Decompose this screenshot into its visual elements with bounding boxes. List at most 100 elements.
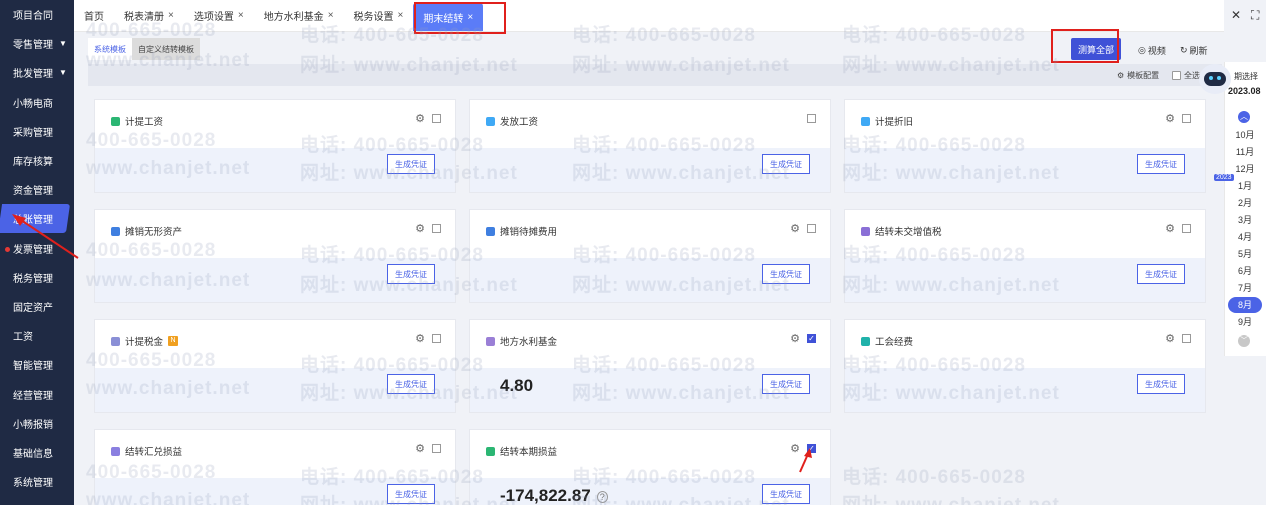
refresh-link[interactable]: ↻ 刷新 (1180, 44, 1208, 57)
card-checkbox[interactable]: ✓ (807, 444, 816, 453)
sidebar-item-1[interactable]: 零售管理 ▼ (0, 29, 74, 58)
card-checkbox[interactable] (432, 224, 441, 233)
scroll-up-icon[interactable]: ︿ (1238, 111, 1250, 123)
sidebar-item-16[interactable]: 系统管理 (0, 467, 74, 496)
generate-voucher-button[interactable]: 生成凭证 (1137, 154, 1185, 174)
tab-0[interactable]: 首页 (74, 0, 114, 31)
gear-icon[interactable]: ⚙ (790, 442, 800, 455)
sidebar-item-label: 智能管理 (13, 361, 53, 373)
sidebar-item-3[interactable]: 小畅电商 (0, 88, 74, 117)
tab-2[interactable]: 选项设置 × (184, 0, 254, 31)
sidebar-item-2[interactable]: 批发管理 ▼ (0, 58, 74, 87)
fullscreen-icon[interactable]: ⛶ (1251, 8, 1259, 23)
generate-voucher-button[interactable]: 生成凭证 (762, 264, 810, 284)
sidebar-item-11[interactable]: 工资 (0, 321, 74, 350)
card-checkbox[interactable] (1182, 114, 1191, 123)
card-checkbox[interactable] (1182, 224, 1191, 233)
card-title: 地方水利基金 (486, 334, 557, 348)
generate-voucher-button[interactable]: 生成凭证 (387, 264, 435, 284)
card-title-text: 结转汇兑损益 (125, 447, 183, 458)
month-item[interactable]: 4月 (1228, 229, 1262, 245)
sidebar-item-8[interactable]: 发票管理 (0, 234, 74, 263)
card-checkbox[interactable] (432, 444, 441, 453)
gear-icon[interactable]: ⚙ (415, 442, 425, 455)
gear-icon[interactable]: ⚙ (790, 332, 800, 345)
tab-3[interactable]: 地方水利基金 × (254, 0, 344, 31)
generate-voucher-button[interactable]: 生成凭证 (1137, 374, 1185, 394)
month-item[interactable]: 3月 (1228, 212, 1262, 228)
generate-voucher-button[interactable]: 生成凭证 (762, 374, 810, 394)
generate-voucher-button[interactable]: 生成凭证 (387, 374, 435, 394)
card-title: 发放工资 (486, 114, 538, 128)
month-item[interactable]: 6月 (1228, 263, 1262, 279)
generate-voucher-button[interactable]: 生成凭证 (387, 484, 435, 504)
system-template-tab[interactable]: 系统模板 (88, 38, 132, 60)
card-type-icon (486, 446, 495, 456)
tab-5[interactable]: 期末结转 × (413, 3, 484, 31)
card-checkbox[interactable] (807, 224, 816, 233)
card-checkbox[interactable]: ✓ (807, 334, 816, 343)
gear-icon[interactable]: ⚙ (415, 112, 425, 125)
calc-all-button[interactable]: 测算全部 (1071, 38, 1121, 60)
card-checkbox[interactable] (432, 334, 441, 343)
assistant-robot-icon[interactable] (1199, 64, 1231, 94)
gear-icon[interactable]: ⚙ (1165, 332, 1175, 345)
generate-voucher-button[interactable]: 生成凭证 (762, 484, 810, 504)
sidebar-item-5[interactable]: 库存核算 (0, 146, 74, 175)
sidebar-item-4[interactable]: 采购管理 (0, 117, 74, 146)
card-checkbox[interactable] (807, 114, 816, 123)
sidebar-item-label: 采购管理 (13, 127, 53, 139)
gear-icon[interactable]: ⚙ (415, 332, 425, 345)
generate-voucher-button[interactable]: 生成凭证 (1137, 264, 1185, 284)
month-item[interactable]: 8月 (1228, 297, 1262, 313)
card-title-text: 计提工资 (125, 117, 164, 128)
generate-voucher-button[interactable]: 生成凭证 (762, 154, 810, 174)
month-item[interactable]: 2月 (1228, 195, 1262, 211)
month-item[interactable]: 9月 (1228, 314, 1262, 330)
caret-down-icon: ▼ (59, 39, 67, 49)
sidebar-item-10[interactable]: 固定资产 (0, 292, 74, 321)
sidebar-item-7[interactable]: 总账管理 (0, 204, 71, 234)
month-item[interactable]: 11月 (1228, 144, 1262, 160)
card-title: 计提税金 N (111, 334, 179, 348)
month-item[interactable]: 5月 (1228, 246, 1262, 262)
tab-close-icon[interactable]: × (328, 10, 334, 21)
card-title: 结转汇兑损益 (111, 444, 182, 458)
custom-template-tab[interactable]: 自定义结转模板 (132, 38, 200, 60)
sidebar-item-0[interactable]: 项目合同 (0, 0, 74, 29)
sidebar-item-6[interactable]: 资金管理 (0, 175, 74, 204)
month-item[interactable]: 10月 (1228, 127, 1262, 143)
tab-close-icon[interactable]: × (398, 10, 404, 21)
gear-icon[interactable]: ⚙ (1165, 222, 1175, 235)
template-config-link[interactable]: ⚙ 模板配置 (1117, 70, 1159, 81)
close-icon[interactable]: ✕ (1231, 8, 1241, 22)
select-all-checkbox[interactable]: 全选 (1172, 70, 1200, 81)
video-link[interactable]: ◎ 视频 (1138, 44, 1166, 57)
sidebar-item-9[interactable]: 税务管理 (0, 263, 74, 292)
tab-close-icon[interactable]: × (168, 10, 174, 21)
sidebar-item-14[interactable]: 小畅报销 (0, 409, 74, 438)
scroll-down-icon[interactable]: ﹀ (1238, 335, 1250, 347)
help-icon[interactable]: ? (596, 490, 608, 503)
card-checkbox[interactable] (432, 114, 441, 123)
sidebar-item-15[interactable]: 基础信息 (0, 438, 74, 467)
card-type-icon (111, 446, 120, 456)
tab-4[interactable]: 税务设置 × (344, 0, 414, 31)
card-title-text: 发放工资 (500, 117, 539, 128)
sidebar-item-12[interactable]: 智能管理 (0, 350, 74, 379)
gear-icon[interactable]: ⚙ (790, 222, 800, 235)
sidebar-item-13[interactable]: 经营管理 (0, 379, 74, 408)
card-checkbox[interactable] (1182, 334, 1191, 343)
gear-icon[interactable]: ⚙ (1165, 112, 1175, 125)
month-item[interactable]: 1月 (1228, 178, 1262, 194)
month-item[interactable]: 7月 (1228, 280, 1262, 296)
tab-1[interactable]: 税表清册 × (114, 0, 184, 31)
month-item[interactable]: 12月 (1228, 161, 1262, 177)
gear-icon[interactable]: ⚙ (415, 222, 425, 235)
tab-close-icon[interactable]: × (238, 10, 244, 21)
card-type-icon (486, 336, 495, 346)
amount-value: 4.80 (500, 376, 534, 395)
card-title: 结转未交增值税 (861, 224, 942, 238)
tab-close-icon[interactable]: × (467, 12, 473, 23)
generate-voucher-button[interactable]: 生成凭证 (387, 154, 435, 174)
